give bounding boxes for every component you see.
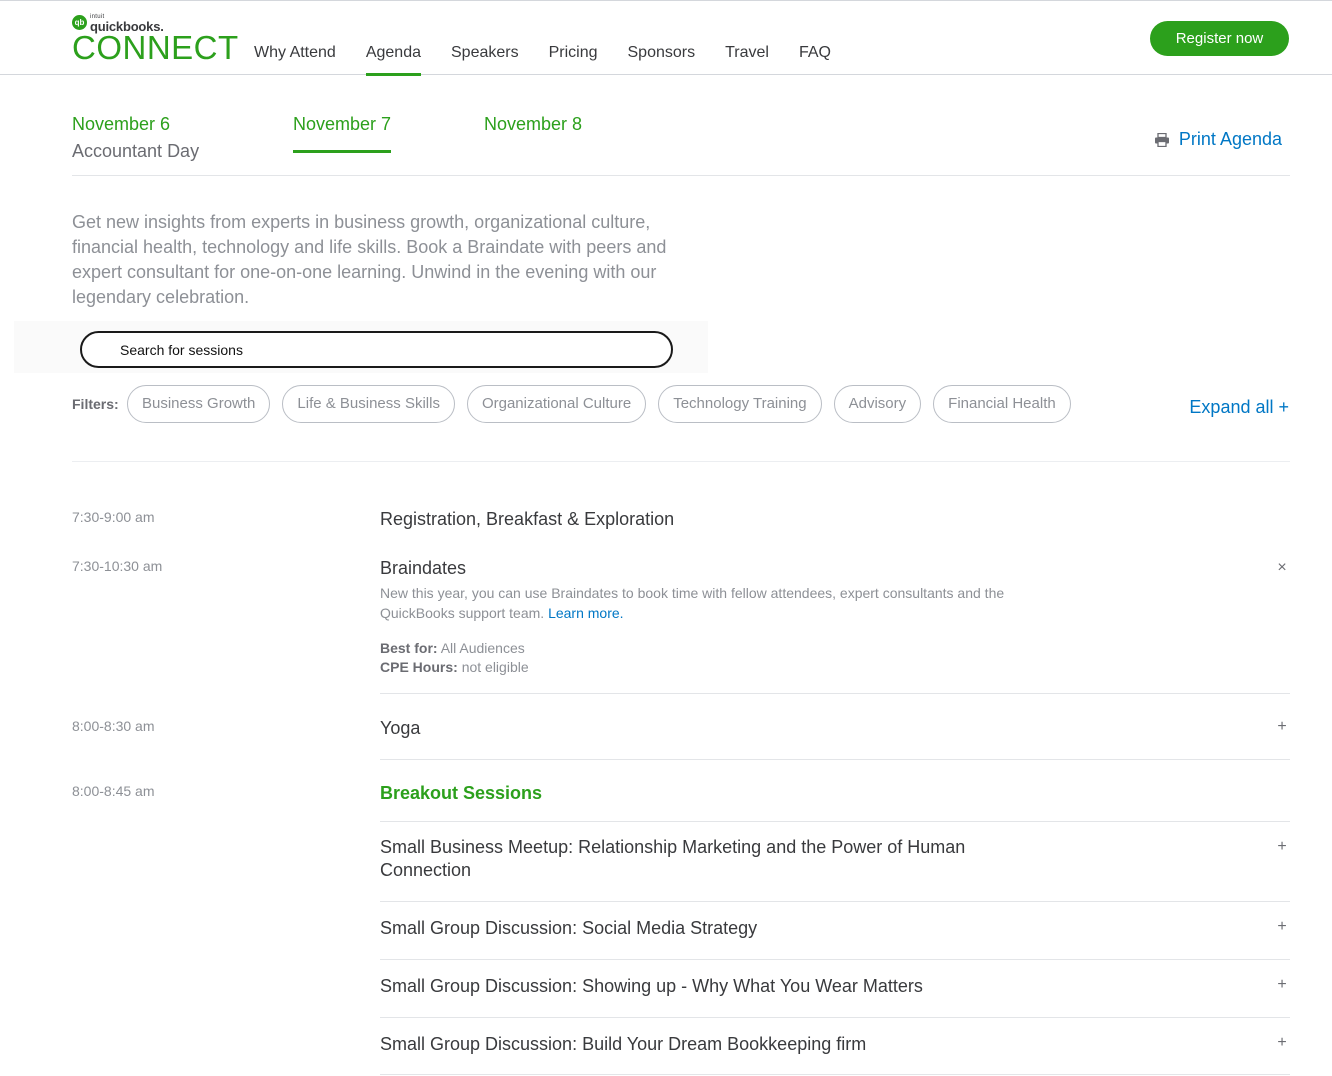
- tab-november-6[interactable]: November 6 Accountant Day: [72, 114, 199, 162]
- register-now-button[interactable]: Register now: [1150, 21, 1289, 56]
- nav-agenda[interactable]: Agenda: [365, 1, 422, 76]
- row-divider: [380, 693, 1290, 694]
- nav-travel[interactable]: Travel: [725, 1, 769, 76]
- row-divider: [380, 901, 1290, 902]
- row-divider: [380, 821, 1290, 822]
- printer-icon: [1154, 132, 1169, 147]
- breakout-title[interactable]: Small Group Discussion: Build Your Dream…: [380, 1034, 866, 1055]
- breakout-title[interactable]: Small Business Meetup: Relationship Mark…: [380, 836, 1040, 882]
- expand-icon[interactable]: +: [1275, 838, 1289, 856]
- filter-life-business-skills[interactable]: Life & Business Skills: [282, 385, 455, 423]
- cpe-hours-value: not eligible: [461, 659, 529, 675]
- learn-more-link[interactable]: Learn more.: [548, 605, 623, 621]
- main-nav: Why Attend Agenda Speakers Pricing Spons…: [254, 1, 861, 76]
- collapse-icon[interactable]: ×: [1275, 559, 1289, 577]
- filter-technology-training[interactable]: Technology Training: [658, 385, 822, 423]
- braindates-description-text: New this year, you can use Braindates to…: [380, 585, 1005, 621]
- quickbooks-logo-icon: qb: [72, 15, 87, 30]
- session-time: 8:00-8:30 am: [72, 718, 155, 734]
- best-for-row: Best for: All Audiences: [380, 640, 525, 656]
- logo-connect-text: CONNECT: [72, 29, 239, 66]
- breakout-title[interactable]: Small Group Discussion: Showing up - Why…: [380, 976, 923, 997]
- print-agenda-link[interactable]: Print Agenda: [1154, 129, 1282, 150]
- quickbooks-connect-logo[interactable]: qb intuit quickbooks. CONNECT: [72, 14, 238, 66]
- best-for-label: Best for:: [380, 640, 438, 656]
- filters-label: Filters:: [72, 396, 119, 412]
- session-title-yoga[interactable]: Yoga: [380, 718, 420, 739]
- expand-icon[interactable]: +: [1275, 918, 1289, 936]
- nav-speakers[interactable]: Speakers: [451, 1, 519, 76]
- tab-november-8[interactable]: November 8: [484, 114, 582, 135]
- filters-divider: [72, 461, 1290, 462]
- session-title-braindates[interactable]: Braindates: [380, 558, 466, 579]
- cpe-hours-row: CPE Hours: not eligible: [380, 659, 529, 675]
- tab-november-6-sub: Accountant Day: [72, 141, 200, 161]
- row-divider: [380, 759, 1290, 760]
- print-agenda-label: Print Agenda: [1178, 129, 1282, 149]
- site-header: qb intuit quickbooks. CONNECT Why Attend…: [0, 0, 1332, 76]
- braindates-description: New this year, you can use Braindates to…: [380, 583, 1060, 623]
- best-for-value: All Audiences: [440, 640, 525, 656]
- filter-advisory[interactable]: Advisory: [833, 385, 922, 423]
- expand-icon[interactable]: +: [1275, 976, 1289, 994]
- agenda-intro: Get new insights from experts in busines…: [72, 212, 667, 307]
- filter-chips: Business Growth Life & Business Skills O…: [127, 385, 1071, 423]
- expand-icon[interactable]: +: [1275, 718, 1289, 736]
- nav-pricing[interactable]: Pricing: [549, 1, 598, 76]
- row-divider: [380, 1017, 1290, 1018]
- cpe-hours-label: CPE Hours:: [380, 659, 458, 675]
- nav-faq[interactable]: FAQ: [799, 1, 831, 76]
- session-time: 8:00-8:45 am: [72, 783, 155, 799]
- tab-november-8-label: November 8: [484, 114, 583, 134]
- filter-financial-health[interactable]: Financial Health: [933, 385, 1071, 423]
- expand-all-link[interactable]: Expand all +: [1189, 397, 1289, 418]
- session-title-registration[interactable]: Registration, Breakfast & Exploration: [380, 509, 674, 530]
- nav-sponsors[interactable]: Sponsors: [628, 1, 696, 76]
- filter-business-growth[interactable]: Business Growth: [127, 385, 271, 423]
- session-time: 7:30-10:30 am: [72, 558, 163, 574]
- breakout-title[interactable]: Small Group Discussion: Social Media Str…: [380, 918, 757, 939]
- nav-why-attend[interactable]: Why Attend: [254, 1, 336, 76]
- filter-organizational-culture[interactable]: Organizational Culture: [466, 385, 647, 423]
- tab-november-7[interactable]: November 7: [293, 114, 392, 153]
- search-input[interactable]: [80, 331, 673, 368]
- row-divider: [380, 1074, 1290, 1075]
- tab-november-6-label: November 6: [72, 114, 171, 134]
- breakout-sessions-heading: Breakout Sessions: [380, 783, 543, 803]
- tab-november-7-label: November 7: [293, 114, 392, 134]
- session-time: 7:30-9:00 am: [72, 509, 155, 525]
- expand-icon[interactable]: +: [1275, 1034, 1289, 1052]
- row-divider: [380, 959, 1290, 960]
- day-tabs: November 6 Accountant Day November 7 Nov…: [72, 110, 1290, 176]
